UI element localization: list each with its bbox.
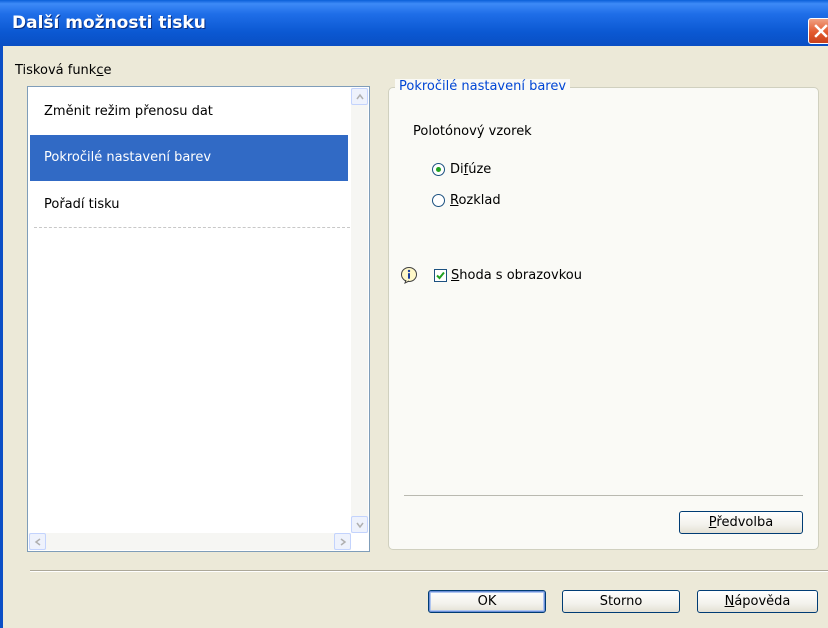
radio-diffusion-label: Difúze [450,162,492,177]
check-icon [436,271,445,280]
info-icon[interactable] [400,266,418,284]
close-button[interactable] [808,18,828,44]
chevron-up-icon [356,93,364,100]
window-title: Další možnosti tisku [12,13,206,33]
screen-match-label: Shoda s obrazovkou [451,268,582,283]
cancel-button[interactable]: Storno [562,590,680,613]
advanced-color-groupbox [388,87,819,550]
scroll-right-button[interactable] [334,533,351,550]
vertical-scrollbar[interactable] [351,88,368,533]
chevron-right-icon [340,538,347,546]
radio-dither[interactable]: Rozklad [432,192,552,210]
radio-button-checked[interactable] [432,163,445,176]
radio-button-unchecked[interactable] [432,194,445,207]
radio-dot [436,167,441,172]
radio-diffusion[interactable]: Difúze [432,161,552,179]
window-frame-left [0,46,3,628]
halftone-pattern-label: Polotónový vzorek [413,124,532,139]
close-icon [814,24,828,38]
ok-button[interactable]: OK [428,590,546,613]
groupbox-separator [404,495,803,496]
list-separator [34,227,350,228]
print-functions-list[interactable]: Změnit režim přenosu dat Pokročilé nasta… [27,86,370,552]
list-item-transfer-mode[interactable]: Změnit režim přenosu dat [30,89,348,135]
list-item-print-order[interactable]: Pořadí tisku [30,182,348,228]
scroll-up-button[interactable] [351,88,368,105]
title-bar[interactable]: Další možnosti tisku [0,0,828,46]
print-functions-label: Tisková funkce [15,63,112,78]
radio-dither-label: Rozklad [450,193,501,208]
screen-match-checkbox[interactable] [434,269,447,282]
scroll-left-button[interactable] [29,533,46,550]
list-item-advanced-color[interactable]: Pokročilé nastavení barev [30,135,348,181]
chevron-left-icon [34,538,41,546]
groupbox-title: Pokročilé nastavení barev [395,79,571,94]
chevron-down-icon [356,522,364,529]
dialog-window: Další možnosti tisku Tisková funkce Změn… [0,0,828,628]
bottom-separator [30,570,828,572]
help-button[interactable]: Nápověda [697,590,818,613]
default-button[interactable]: Předvolba [679,511,803,534]
horizontal-scrollbar[interactable] [29,533,351,550]
scroll-down-button[interactable] [351,516,368,533]
